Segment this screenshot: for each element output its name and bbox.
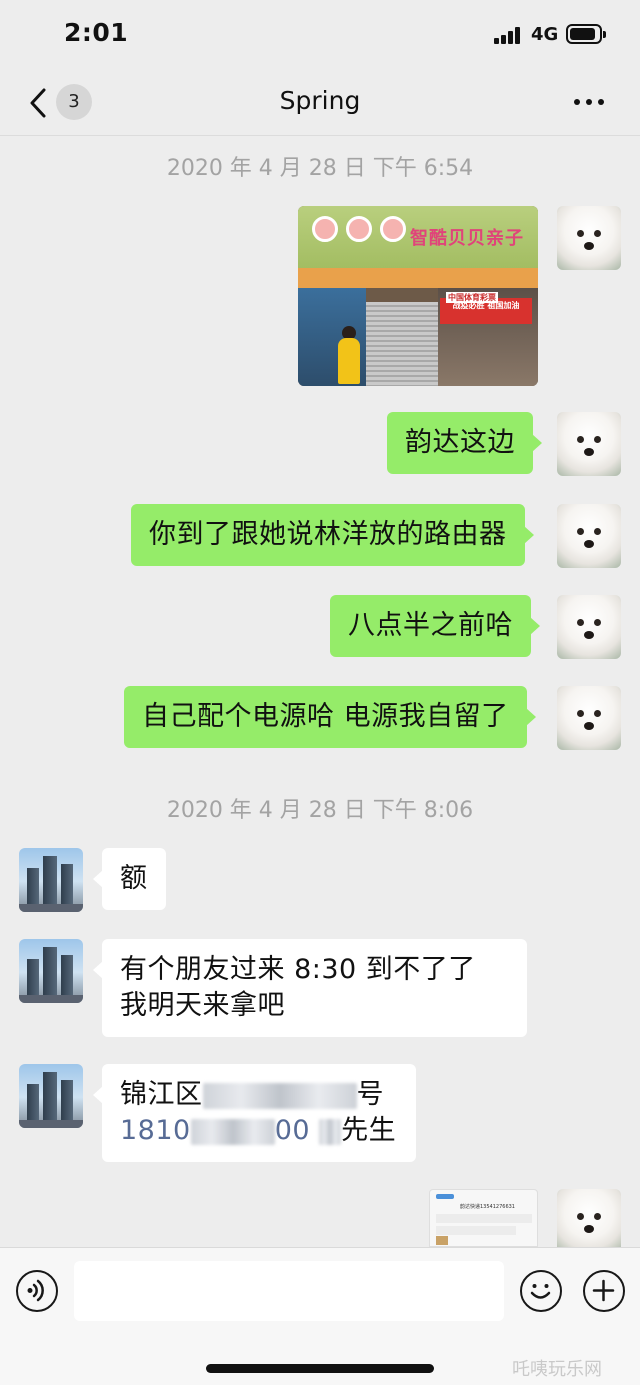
more-dots-icon[interactable] <box>574 98 606 108</box>
self-avatar[interactable] <box>557 1189 621 1253</box>
message-timestamp: 2020 年 4 月 28 日 下午 6:54 <box>166 156 474 181</box>
address-prefix: 锦江区 <box>120 1079 203 1110</box>
self-avatar[interactable] <box>557 206 621 270</box>
sent-message[interactable]: 自己配个电源哈 电源我自留了 <box>124 686 536 748</box>
message-timestamp: 2020 年 4 月 28 日 下午 8:06 <box>166 798 474 823</box>
received-message[interactable]: 有个朋友过来 8:30 到不了了 我明天来拿吧 <box>93 939 527 1037</box>
plus-icon[interactable] <box>583 1270 625 1312</box>
contact-avatar[interactable] <box>19 939 83 1003</box>
contact-avatar[interactable] <box>19 1064 83 1128</box>
home-indicator[interactable] <box>206 1364 434 1373</box>
address-line: 锦江区 号 <box>120 1077 398 1113</box>
received-message[interactable]: 额 <box>93 848 166 910</box>
screenshot-title: 韵达快递13541276631 <box>460 1204 515 1210</box>
signal-icon <box>494 26 522 44</box>
photo-shop-sign: 智酷贝贝亲子 <box>410 228 524 249</box>
phone-prefix[interactable]: 1810 <box>120 1115 191 1146</box>
self-avatar[interactable] <box>557 686 621 750</box>
message-input[interactable] <box>74 1261 504 1321</box>
network-label: 4G <box>531 24 559 45</box>
emoji-icon[interactable] <box>520 1270 562 1312</box>
sent-message[interactable]: 你到了跟她说林洋放的路由器 <box>131 504 533 566</box>
voice-icon[interactable] <box>16 1270 58 1312</box>
contact-avatar[interactable] <box>19 848 83 912</box>
watermark: 吒咦玩乐网 <box>512 1359 602 1380</box>
status-bar: 2:01 4G <box>0 0 640 72</box>
screenshot-message[interactable]: 韵达快递13541276631 <box>429 1189 538 1247</box>
phone-line: 1810 00 先生 <box>120 1113 398 1149</box>
sent-message[interactable]: 八点半之前哈 <box>330 595 540 657</box>
redacted-name <box>319 1118 342 1145</box>
self-avatar[interactable] <box>557 595 621 659</box>
received-address-message[interactable]: 锦江区 号 1810 00 先生 <box>93 1064 416 1162</box>
redacted-phone <box>190 1118 275 1145</box>
photo-banner-title: 中国体育彩票 <box>446 292 498 303</box>
battery-icon <box>566 24 606 44</box>
sent-message[interactable]: 韵达这边 <box>387 412 542 474</box>
status-time: 2:01 <box>64 18 129 47</box>
self-avatar[interactable] <box>557 504 621 568</box>
battery-level <box>570 28 596 40</box>
chat-header: 3 Spring <box>0 72 640 136</box>
photo-message[interactable]: 智酷贝贝亲子 战疫必胜 祖国加油 中国体育彩票 <box>298 206 538 386</box>
chat-title: Spring <box>279 86 361 115</box>
self-avatar[interactable] <box>557 412 621 476</box>
address-suffix: 号 <box>356 1079 384 1110</box>
redacted-text <box>202 1082 357 1109</box>
phone-suffix[interactable]: 00 <box>275 1115 310 1146</box>
name-suffix: 先生 <box>341 1115 397 1146</box>
